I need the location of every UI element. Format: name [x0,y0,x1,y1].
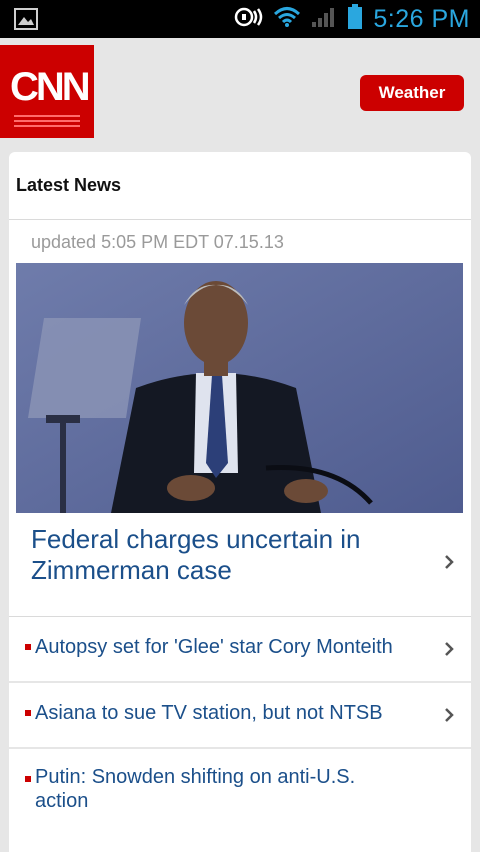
image-icon [14,8,38,30]
list-item[interactable]: Asiana to sue TV station, but not NTSB [9,683,471,747]
updated-timestamp: updated 5:05 PM EDT 07.15.13 [31,232,284,252]
app-header: CNN Weather [0,38,480,144]
divider [9,219,471,220]
section-title: Latest News [16,175,122,195]
status-icons: 5:26 PM [233,0,470,38]
row-separator [9,681,471,683]
top-story-photo[interactable] [16,263,463,513]
list-item[interactable]: Putin: Snowden shifting on anti-U.S. act… [9,749,471,812]
list-item[interactable]: Autopsy set for 'Glee' star Cory Monteit… [9,617,471,681]
weather-button[interactable]: Weather [360,75,464,111]
story-title: Putin: Snowden shifting on anti-U.S. act… [35,766,356,812]
bullet-icon [25,644,31,650]
logo-stripes-icon [14,115,80,127]
top-story-headline[interactable]: Federal charges uncertain in Zimmerman c… [31,524,411,586]
wifi-icon [273,6,301,33]
signal-icon [311,6,337,33]
battery-icon [347,3,363,35]
speaker-photo [16,263,463,513]
chevron-right-icon [443,641,455,657]
chevron-right-icon [443,707,455,723]
chevron-right-icon[interactable] [443,554,455,570]
logo-text: CNN [10,65,91,109]
bullet-icon [25,710,31,716]
clock: 5:26 PM [373,4,470,33]
story-title: Asiana to sue TV station, but not NTSB [35,702,383,724]
row-separator [9,747,471,749]
cnn-logo[interactable]: CNN [0,45,94,138]
nfc-icon [233,6,263,33]
status-bar: 5:26 PM [0,0,480,38]
story-title: Autopsy set for 'Glee' star Cory Monteit… [35,636,393,658]
bullet-icon [25,776,31,782]
